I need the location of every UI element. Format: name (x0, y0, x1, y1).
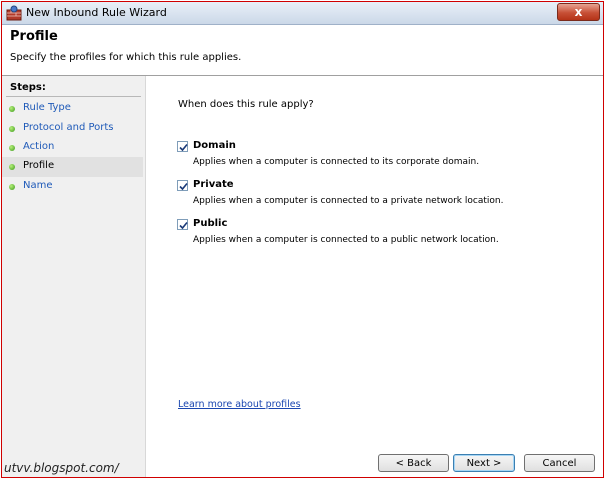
steps-divider (6, 96, 141, 97)
sidebar-item-label: Action (23, 141, 55, 152)
private-label: Private (193, 179, 234, 190)
sidebar-item-label: Name (23, 180, 53, 191)
sidebar-item-protocol-and-ports[interactable]: Protocol and Ports (2, 119, 143, 139)
green-dot-icon (9, 164, 15, 170)
steps-heading: Steps: (10, 82, 46, 93)
close-button[interactable]: x (557, 3, 600, 21)
title-bar: New Inbound Rule Wizard x (2, 2, 603, 25)
sidebar-item-action[interactable]: Action (2, 138, 143, 158)
sidebar-item-rule-type[interactable]: Rule Type (2, 99, 143, 119)
sidebar-item-label: Rule Type (23, 102, 71, 113)
learn-more-link[interactable]: Learn more about profiles (178, 399, 301, 410)
sidebar-item-profile[interactable]: Profile (2, 157, 143, 177)
wizard-header: Profile Specify the profiles for which t… (2, 25, 603, 76)
window-title: New Inbound Rule Wizard (26, 6, 167, 19)
checkmark-icon (179, 143, 188, 152)
close-icon: x (574, 5, 583, 19)
checkmark-icon (179, 221, 188, 230)
option-private: Private Applies when a computer is conne… (177, 178, 597, 214)
page-subtitle: Specify the profiles for which this rule… (10, 52, 242, 63)
question-text: When does this rule apply? (178, 99, 314, 110)
public-description: Applies when a computer is connected to … (193, 235, 499, 245)
page-title: Profile (10, 29, 58, 44)
domain-label: Domain (193, 140, 236, 151)
private-description: Applies when a computer is connected to … (193, 196, 504, 206)
checkmark-icon (179, 182, 188, 191)
steps-sidebar: Steps: Rule Type Protocol and Ports Acti… (2, 76, 146, 477)
main-content: When does this rule apply? Domain Applie… (147, 76, 603, 477)
option-public: Public Applies when a computer is connec… (177, 217, 597, 253)
watermark-text: utvv.blogspot.com/ (4, 461, 119, 475)
private-checkbox[interactable] (177, 180, 188, 191)
green-dot-icon (9, 184, 15, 190)
domain-checkbox[interactable] (177, 141, 188, 152)
wizard-window: New Inbound Rule Wizard x Profile Specif… (1, 1, 604, 478)
next-button[interactable]: Next > (453, 454, 515, 472)
public-checkbox[interactable] (177, 219, 188, 230)
back-button[interactable]: < Back (378, 454, 449, 472)
green-dot-icon (9, 145, 15, 151)
sidebar-item-name[interactable]: Name (2, 177, 143, 197)
public-label: Public (193, 218, 228, 229)
sidebar-item-label: Profile (23, 160, 55, 171)
green-dot-icon (9, 106, 15, 112)
option-domain: Domain Applies when a computer is connec… (177, 139, 597, 175)
sidebar-item-label: Protocol and Ports (23, 122, 114, 133)
domain-description: Applies when a computer is connected to … (193, 157, 480, 167)
green-dot-icon (9, 126, 15, 132)
firewall-wizard-icon (6, 5, 22, 21)
cancel-button[interactable]: Cancel (524, 454, 595, 472)
